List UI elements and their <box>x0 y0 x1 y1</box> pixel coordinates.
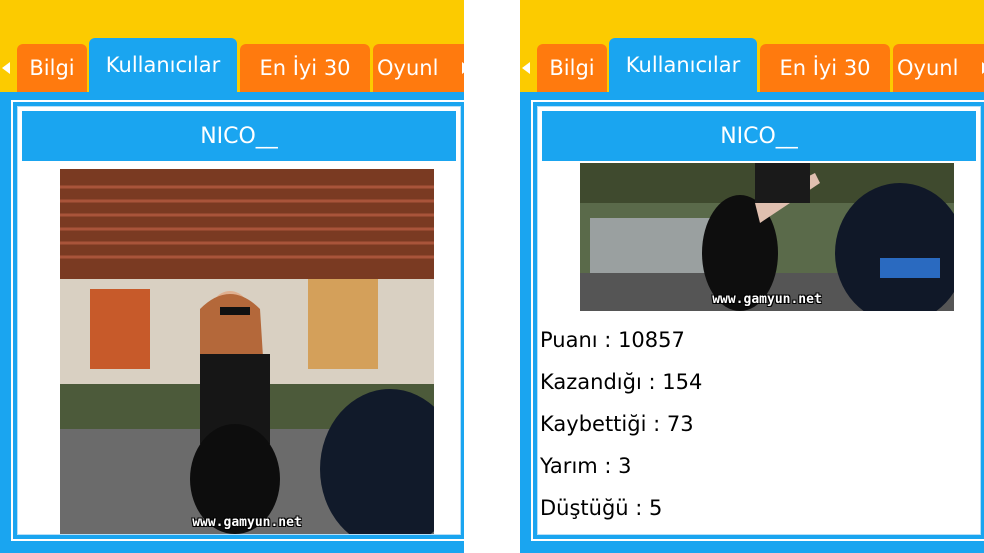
stat-value: 10857 <box>618 328 685 352</box>
tab-strip: Bilgi Kullanıcılar En İyi 30 Oyunl <box>0 38 464 92</box>
profile-panel: NICO__ www.gamyun.net Puanı: 10857 Kaza… <box>531 100 984 541</box>
stat-value: 3 <box>618 454 632 478</box>
photo-image <box>580 163 954 311</box>
tab-oyunlar[interactable]: Oyunl <box>893 44 984 92</box>
stat-value: 5 <box>649 496 663 520</box>
photo-watermark: www.gamyun.net <box>192 515 302 530</box>
tab-strip: Bilgi Kullanıcılar En İyi 30 Oyunl <box>520 38 984 92</box>
tab-label: Bilgi <box>549 56 595 80</box>
profile-card: NICO__ www.gamyun.net Puanı: 10857 Kaza… <box>537 106 981 535</box>
stat-label: Kazandığı <box>540 370 642 394</box>
stat-kazandigi: Kazandığı : 154 <box>540 370 703 394</box>
profile-photo: www.gamyun.net <box>580 163 954 311</box>
username-header: NICO__ <box>542 111 976 161</box>
stat-label: Kaybettiği <box>540 412 647 436</box>
screen-profile-photo: Bilgi Kullanıcılar En İyi 30 Oyunl NICO_… <box>0 0 464 553</box>
tab-en-iyi-30[interactable]: En İyi 30 <box>760 44 890 92</box>
tab-label: Kullanıcılar <box>625 53 741 77</box>
tab-label: En İyi 30 <box>779 56 871 80</box>
username: NICO__ <box>720 123 798 149</box>
tab-label: Kullanıcılar <box>105 53 221 77</box>
tab-kullanicilar[interactable]: Kullanıcılar <box>89 38 237 92</box>
stat-yarim: Yarım : 3 <box>540 454 632 478</box>
profile-panel: NICO__ www.gamyun.net <box>11 100 464 541</box>
tab-bilgi[interactable]: Bilgi <box>17 44 87 92</box>
stat-value: 73 <box>666 412 694 436</box>
profile-photo: www.gamyun.net <box>60 169 434 534</box>
stat-value: 154 <box>662 370 703 394</box>
username: NICO__ <box>200 123 278 149</box>
stats-list: Puanı : 10857 Kazandığı : 154 Kaybettiği… <box>538 319 978 529</box>
tab-scroll-right-icon[interactable] <box>462 62 464 74</box>
tab-scroll-left-icon[interactable] <box>522 62 530 74</box>
stat-label: Yarım <box>540 454 598 478</box>
tab-en-iyi-30[interactable]: En İyi 30 <box>240 44 370 92</box>
screen-profile-stats: Bilgi Kullanıcılar En İyi 30 Oyunl NICO_… <box>520 0 984 553</box>
stat-dustugu: Düştüğü : 5 <box>540 496 663 520</box>
stat-label: Puanı <box>540 328 598 352</box>
tab-scroll-left-icon[interactable] <box>2 62 10 74</box>
stat-label: Düştüğü <box>540 496 629 520</box>
tab-label: Oyunl <box>897 56 959 80</box>
tab-label: Bilgi <box>29 56 75 80</box>
profile-card: NICO__ www.gamyun.net <box>17 106 461 535</box>
tab-label: Oyunl <box>377 56 439 80</box>
tab-oyunlar[interactable]: Oyunl <box>373 44 464 92</box>
username-header: NICO__ <box>22 111 456 161</box>
stat-puani: Puanı : 10857 <box>540 328 685 352</box>
stat-kaybettigi: Kaybettiği : 73 <box>540 412 694 436</box>
photo-image <box>60 169 434 534</box>
photo-watermark: www.gamyun.net <box>712 292 822 307</box>
tab-label: En İyi 30 <box>259 56 351 80</box>
tab-kullanicilar[interactable]: Kullanıcılar <box>609 38 757 92</box>
tab-bilgi[interactable]: Bilgi <box>537 44 607 92</box>
